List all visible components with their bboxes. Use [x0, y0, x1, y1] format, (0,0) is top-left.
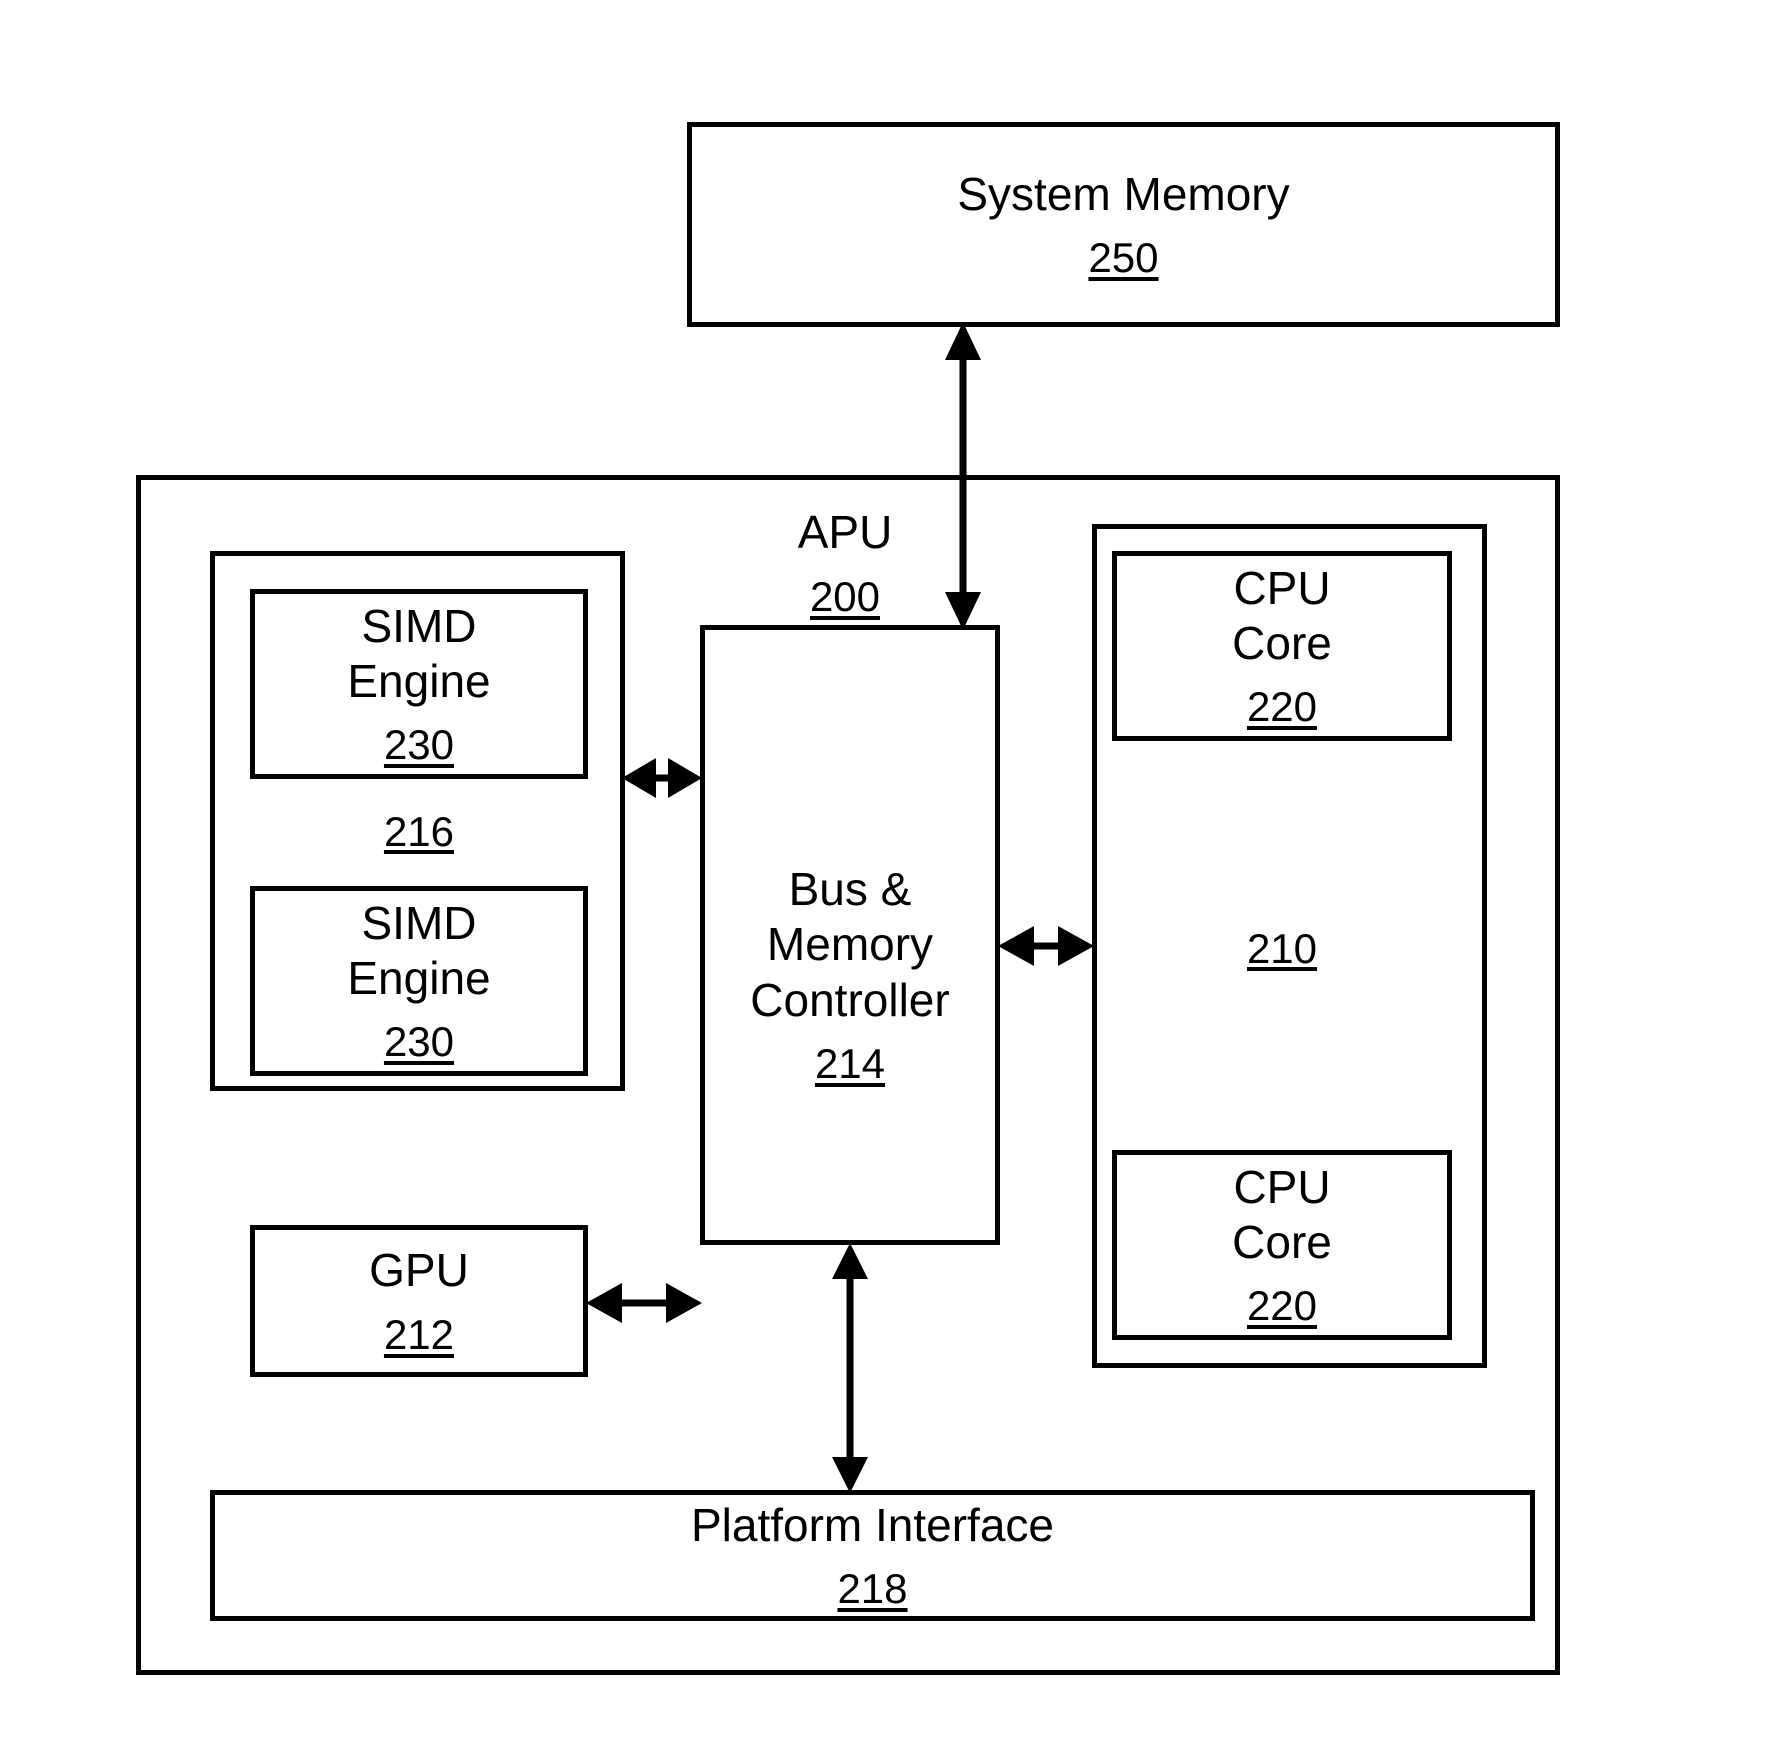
simd-engine-1-title: SIMD Engine [347, 599, 491, 707]
arrow-bus-to-cpu-group [998, 926, 1094, 966]
platform-interface-ref: 218 [837, 1565, 908, 1613]
bus-memory-controller-ref: 214 [814, 1039, 886, 1087]
diagram-canvas: System Memory 250 APU 200 SIMD Engine 23… [0, 0, 1787, 1754]
platform-interface-label-group: Platform Interface 218 [210, 1490, 1535, 1621]
apu-label-group: APU 200 [700, 498, 990, 628]
cpu-core-2-label-group: CPU Core 220 [1112, 1150, 1452, 1340]
cpu-core-2-ref: 220 [1246, 1282, 1318, 1330]
cpu-core-1-ref: 220 [1246, 683, 1318, 731]
system-memory-ref: 250 [1088, 234, 1159, 282]
cpu-core-1-title: CPU Core [1232, 561, 1332, 669]
simd-engine-1-label-group: SIMD Engine 230 [250, 589, 588, 779]
system-memory-label-group: System Memory 250 [687, 122, 1560, 327]
simd-engine-2-label-group: SIMD Engine 230 [250, 886, 588, 1076]
arrow-gpu-to-bus [586, 1283, 702, 1323]
cpu-group-ref: 210 [1246, 925, 1318, 972]
simd-engine-2-ref: 230 [383, 1018, 455, 1066]
bus-memory-controller-label-group: Bus & Memory Controller 214 [700, 860, 1000, 1090]
system-memory-title: System Memory [957, 167, 1290, 220]
gpu-ref: 212 [383, 1310, 455, 1358]
arrow-bus-to-platform-interface [832, 1243, 868, 1493]
apu-ref: 200 [809, 572, 881, 620]
bus-memory-controller-title: Bus & Memory Controller [750, 863, 950, 1026]
arrow-simd-group-to-bus [622, 758, 702, 798]
simd-engine-2-title: SIMD Engine [347, 896, 491, 1004]
cpu-core-2-title: CPU Core [1232, 1160, 1332, 1268]
cpu-core-1-label-group: CPU Core 220 [1112, 551, 1452, 741]
simd-group-ref: 216 [383, 808, 455, 855]
gpu-label-group: GPU 212 [250, 1225, 588, 1377]
simd-engine-1-ref: 230 [383, 721, 455, 769]
gpu-title: GPU [369, 1244, 469, 1297]
platform-interface-title: Platform Interface [690, 1498, 1055, 1551]
apu-title: APU [797, 506, 893, 559]
